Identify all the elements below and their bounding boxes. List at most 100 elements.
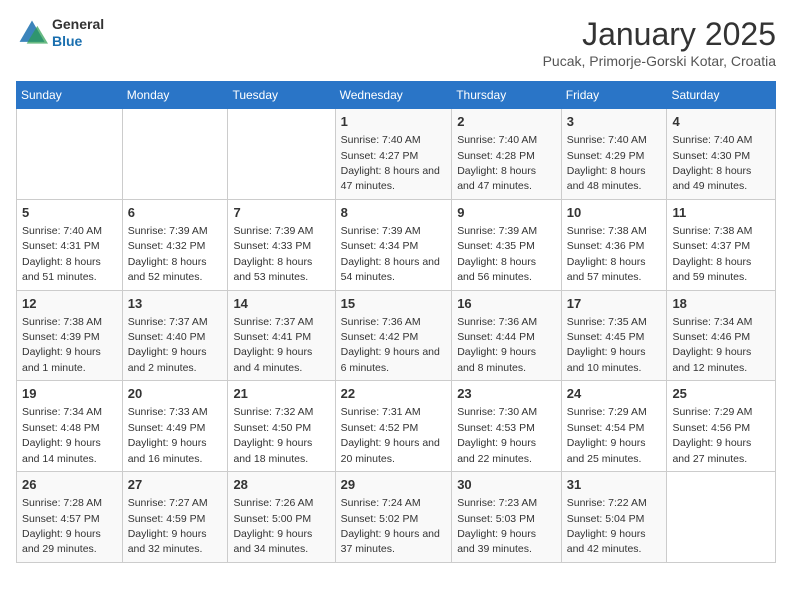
- title-block: January 2025 Pucak, Primorje-Gorski Kota…: [543, 16, 776, 69]
- day-info: Sunrise: 7:39 AMSunset: 4:34 PMDaylight:…: [341, 225, 440, 283]
- day-number: 29: [341, 476, 447, 494]
- day-info: Sunrise: 7:34 AMSunset: 4:48 PMDaylight:…: [22, 406, 102, 464]
- day-info: Sunrise: 7:40 AMSunset: 4:27 PMDaylight:…: [341, 134, 440, 192]
- day-number: 4: [672, 113, 770, 131]
- day-info: Sunrise: 7:40 AMSunset: 4:31 PMDaylight:…: [22, 225, 102, 283]
- day-info: Sunrise: 7:39 AMSunset: 4:35 PMDaylight:…: [457, 225, 537, 283]
- day-info: Sunrise: 7:29 AMSunset: 4:54 PMDaylight:…: [567, 406, 647, 464]
- day-info: Sunrise: 7:30 AMSunset: 4:53 PMDaylight:…: [457, 406, 537, 464]
- logo-blue-text: Blue: [52, 33, 104, 50]
- day-cell: 20Sunrise: 7:33 AMSunset: 4:49 PMDayligh…: [122, 381, 228, 472]
- day-cell: [122, 109, 228, 200]
- day-cell: 7 Sunrise: 7:39 AMSunset: 4:33 PMDaylight…: [228, 199, 335, 290]
- day-number: 1: [341, 113, 447, 131]
- column-header-tuesday: Tuesday: [228, 82, 335, 109]
- day-number: 17: [567, 295, 662, 313]
- day-info: Sunrise: 7:38 AMSunset: 4:36 PMDaylight:…: [567, 225, 647, 283]
- column-header-sunday: Sunday: [17, 82, 123, 109]
- day-number: 16: [457, 295, 556, 313]
- day-number: 24: [567, 385, 662, 403]
- day-number: 21: [233, 385, 329, 403]
- day-info: Sunrise: 7:34 AMSunset: 4:46 PMDaylight:…: [672, 316, 752, 374]
- day-info: Sunrise: 7:40 AMSunset: 4:30 PMDaylight:…: [672, 134, 752, 192]
- day-cell: 5 Sunrise: 7:40 AMSunset: 4:31 PMDaylight…: [17, 199, 123, 290]
- day-info: Sunrise: 7:35 AMSunset: 4:45 PMDaylight:…: [567, 316, 647, 374]
- day-number: 18: [672, 295, 770, 313]
- day-number: 9: [457, 204, 556, 222]
- logo-text: General Blue: [52, 16, 104, 50]
- day-number: 14: [233, 295, 329, 313]
- column-header-friday: Friday: [561, 82, 667, 109]
- day-cell: 3 Sunrise: 7:40 AMSunset: 4:29 PMDaylight…: [561, 109, 667, 200]
- day-number: 26: [22, 476, 117, 494]
- day-number: 12: [22, 295, 117, 313]
- day-cell: 31 Sunrise: 7:22 AMSunset: 5:04 PMDayligh…: [561, 472, 667, 563]
- day-cell: 6Sunrise: 7:39 AMSunset: 4:32 PMDaylight…: [122, 199, 228, 290]
- day-number: 19: [22, 385, 117, 403]
- logo-general-text: General: [52, 16, 104, 33]
- day-cell: 17 Sunrise: 7:35 AMSunset: 4:45 PMDayligh…: [561, 290, 667, 381]
- day-cell: 30Sunrise: 7:23 AMSunset: 5:03 PMDayligh…: [452, 472, 562, 563]
- day-cell: 14 Sunrise: 7:37 AMSunset: 4:41 PMDayligh…: [228, 290, 335, 381]
- day-info: Sunrise: 7:40 AMSunset: 4:28 PMDaylight:…: [457, 134, 537, 192]
- day-number: 6: [128, 204, 223, 222]
- day-cell: 25Sunrise: 7:29 AMSunset: 4:56 PMDayligh…: [667, 381, 776, 472]
- day-info: Sunrise: 7:28 AMSunset: 4:57 PMDaylight:…: [22, 497, 102, 555]
- day-cell: 2Sunrise: 7:40 AMSunset: 4:28 PMDaylight…: [452, 109, 562, 200]
- day-cell: 26 Sunrise: 7:28 AMSunset: 4:57 PMDayligh…: [17, 472, 123, 563]
- calendar-subtitle: Pucak, Primorje-Gorski Kotar, Croatia: [543, 53, 776, 69]
- day-info: Sunrise: 7:27 AMSunset: 4:59 PMDaylight:…: [128, 497, 208, 555]
- day-info: Sunrise: 7:29 AMSunset: 4:56 PMDaylight:…: [672, 406, 752, 464]
- day-info: Sunrise: 7:40 AMSunset: 4:29 PMDaylight:…: [567, 134, 647, 192]
- day-info: Sunrise: 7:24 AMSunset: 5:02 PMDaylight:…: [341, 497, 440, 555]
- day-info: Sunrise: 7:37 AMSunset: 4:41 PMDaylight:…: [233, 316, 313, 374]
- day-info: Sunrise: 7:23 AMSunset: 5:03 PMDaylight:…: [457, 497, 537, 555]
- day-number: 5: [22, 204, 117, 222]
- day-number: 23: [457, 385, 556, 403]
- day-cell: 22 Sunrise: 7:31 AMSunset: 4:52 PMDayligh…: [335, 381, 452, 472]
- day-cell: 11 Sunrise: 7:38 AMSunset: 4:37 PMDayligh…: [667, 199, 776, 290]
- day-number: 8: [341, 204, 447, 222]
- day-info: Sunrise: 7:31 AMSunset: 4:52 PMDaylight:…: [341, 406, 440, 464]
- day-cell: 12 Sunrise: 7:38 AMSunset: 4:39 PMDayligh…: [17, 290, 123, 381]
- day-cell: 1 Sunrise: 7:40 AMSunset: 4:27 PMDaylight…: [335, 109, 452, 200]
- week-row-1: 1 Sunrise: 7:40 AMSunset: 4:27 PMDaylight…: [17, 109, 776, 200]
- day-cell: 8 Sunrise: 7:39 AMSunset: 4:34 PMDaylight…: [335, 199, 452, 290]
- day-info: Sunrise: 7:39 AMSunset: 4:33 PMDaylight:…: [233, 225, 313, 283]
- day-info: Sunrise: 7:36 AMSunset: 4:44 PMDaylight:…: [457, 316, 537, 374]
- day-info: Sunrise: 7:26 AMSunset: 5:00 PMDaylight:…: [233, 497, 313, 555]
- day-cell: 18 Sunrise: 7:34 AMSunset: 4:46 PMDayligh…: [667, 290, 776, 381]
- day-cell: [228, 109, 335, 200]
- day-cell: 16 Sunrise: 7:36 AMSunset: 4:44 PMDayligh…: [452, 290, 562, 381]
- day-number: 10: [567, 204, 662, 222]
- day-number: 13: [128, 295, 223, 313]
- column-header-thursday: Thursday: [452, 82, 562, 109]
- day-cell: 27 Sunrise: 7:27 AMSunset: 4:59 PMDayligh…: [122, 472, 228, 563]
- day-info: Sunrise: 7:36 AMSunset: 4:42 PMDaylight:…: [341, 316, 440, 374]
- day-info: Sunrise: 7:38 AMSunset: 4:37 PMDaylight:…: [672, 225, 752, 283]
- column-header-monday: Monday: [122, 82, 228, 109]
- day-cell: 28Sunrise: 7:26 AMSunset: 5:00 PMDayligh…: [228, 472, 335, 563]
- week-row-4: 19 Sunrise: 7:34 AMSunset: 4:48 PMDayligh…: [17, 381, 776, 472]
- day-cell: 15 Sunrise: 7:36 AMSunset: 4:42 PMDayligh…: [335, 290, 452, 381]
- day-info: Sunrise: 7:38 AMSunset: 4:39 PMDaylight:…: [22, 316, 102, 374]
- day-cell: [17, 109, 123, 200]
- column-header-saturday: Saturday: [667, 82, 776, 109]
- week-row-3: 12 Sunrise: 7:38 AMSunset: 4:39 PMDayligh…: [17, 290, 776, 381]
- day-number: 3: [567, 113, 662, 131]
- day-number: 27: [128, 476, 223, 494]
- day-number: 11: [672, 204, 770, 222]
- day-cell: 13Sunrise: 7:37 AMSunset: 4:40 PMDayligh…: [122, 290, 228, 381]
- day-cell: 29 Sunrise: 7:24 AMSunset: 5:02 PMDayligh…: [335, 472, 452, 563]
- day-cell: 9 Sunrise: 7:39 AMSunset: 4:35 PMDaylight…: [452, 199, 562, 290]
- day-header-row: SundayMondayTuesdayWednesdayThursdayFrid…: [17, 82, 776, 109]
- day-info: Sunrise: 7:33 AMSunset: 4:49 PMDaylight:…: [128, 406, 208, 464]
- day-number: 7: [233, 204, 329, 222]
- day-number: 15: [341, 295, 447, 313]
- day-cell: 24 Sunrise: 7:29 AMSunset: 4:54 PMDayligh…: [561, 381, 667, 472]
- day-info: Sunrise: 7:32 AMSunset: 4:50 PMDaylight:…: [233, 406, 313, 464]
- day-number: 22: [341, 385, 447, 403]
- day-number: 31: [567, 476, 662, 494]
- day-info: Sunrise: 7:22 AMSunset: 5:04 PMDaylight:…: [567, 497, 647, 555]
- page-header: General Blue January 2025 Pucak, Primorj…: [16, 16, 776, 69]
